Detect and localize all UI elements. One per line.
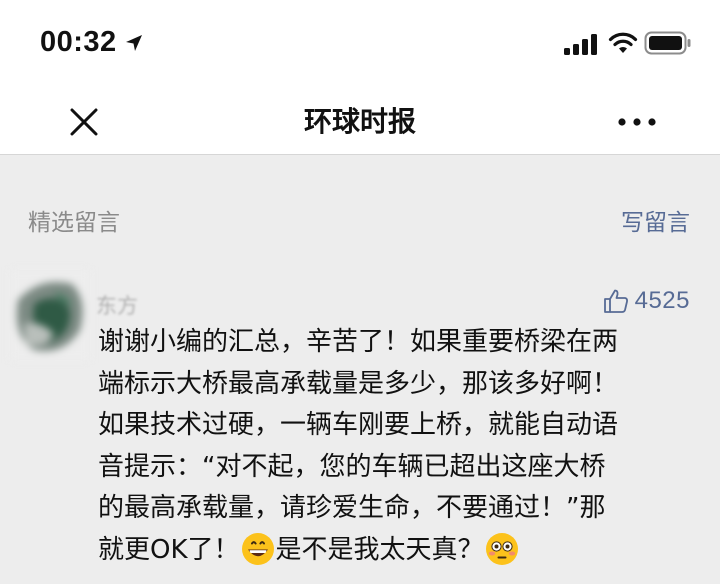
comment-segment: 是不是我太天真？ xyxy=(275,534,484,565)
more-button[interactable] xyxy=(612,102,662,142)
cellular-signal-icon xyxy=(564,34,597,55)
like-button[interactable]: 4525 xyxy=(603,286,690,316)
more-dots-icon xyxy=(618,118,656,126)
comment-item: 东方 4525 谢谢小编的汇总，辛苦了！如果重要桥梁在两 端标示大桥最高承载量是… xyxy=(0,250,720,584)
status-time: 00:32 xyxy=(40,26,117,58)
status-bar: 00:32 xyxy=(0,0,720,88)
nav-bar: 环球时报 xyxy=(0,88,720,155)
wifi-icon xyxy=(608,32,638,53)
location-arrow-icon xyxy=(126,35,142,51)
flushed-face-icon xyxy=(485,532,518,565)
comment-line: 端标示大桥最高承载量是多少，那该多好啊！ xyxy=(98,368,619,399)
thumbs-up-icon xyxy=(603,289,628,313)
comment-line: 音提示：“对不起，您的车辆已超出这座大桥 xyxy=(98,451,606,482)
comment-line: 谢谢小编的汇总，辛苦了！如果重要桥梁在两 xyxy=(98,327,619,357)
comment-line: 的最高承载量，请珍爱生命，不要通过！”那 xyxy=(98,493,606,524)
comment-segment: 就更OK了！ xyxy=(98,534,240,565)
like-count: 4525 xyxy=(634,287,690,314)
comment-text: 谢谢小编的汇总，辛苦了！如果重要桥梁在两 端标示大桥最高承载量是多少，那该多好啊… xyxy=(98,322,694,572)
comments-section-header: 精选留言 写留言 xyxy=(0,155,720,237)
comment-line: 如果技术过硬，一辆车刚要上桥，就能自动语 xyxy=(98,410,619,441)
section-title: 精选留言 xyxy=(28,210,120,236)
grinning-face-icon xyxy=(241,532,274,565)
commenter-name: 东方 xyxy=(96,294,138,318)
write-comment-link[interactable]: 写留言 xyxy=(621,203,690,237)
avatar[interactable] xyxy=(10,270,90,360)
comment-line: 就更OK了！ 是不是我太天真？ xyxy=(98,530,694,572)
battery-icon xyxy=(644,31,691,55)
